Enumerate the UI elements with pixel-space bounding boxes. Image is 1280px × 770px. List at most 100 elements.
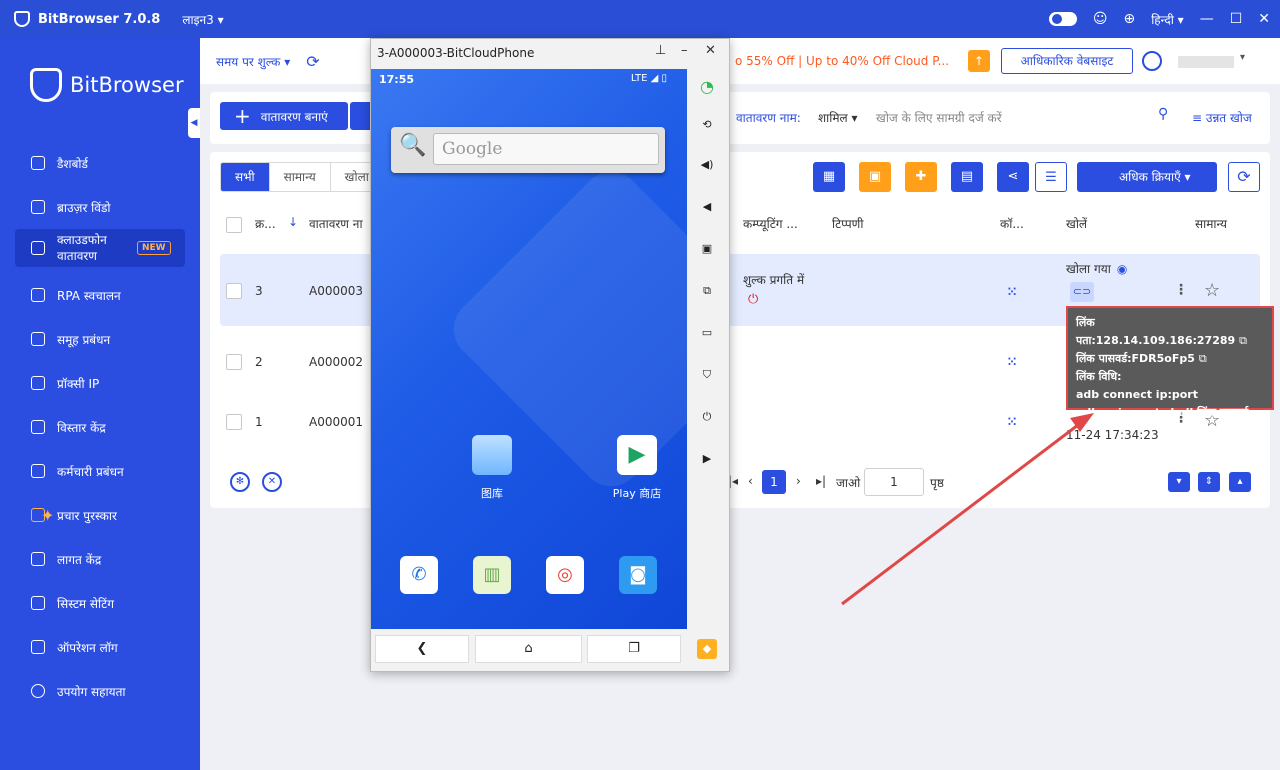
- maximize-icon[interactable]: ☐: [1230, 11, 1243, 27]
- sidebar-item-browser-window[interactable]: ब्राउज़र विंडो: [15, 185, 185, 229]
- package-icon[interactable]: ▣: [859, 162, 891, 192]
- settings-wheel-icon[interactable]: ✻: [230, 472, 250, 492]
- sidebar-item-staff[interactable]: कर्मचारी प्रबंधन: [15, 449, 185, 493]
- search-input[interactable]: खोज के लिए सामग्री दर्ज करें: [876, 109, 1002, 126]
- sidebar-item-cloudphone[interactable]: क्लाउडफोन वातावरण NEW: [15, 229, 185, 267]
- minimize-icon[interactable]: –: [681, 43, 688, 58]
- back-button[interactable]: ❮: [375, 635, 469, 663]
- google-search-box[interactable]: Google: [433, 133, 659, 165]
- refresh-icon[interactable]: ⟳: [306, 52, 319, 71]
- advanced-search-button[interactable]: ≡ उन्नत खोज: [1192, 109, 1252, 126]
- share-icon[interactable]: ⋖: [997, 162, 1029, 192]
- page-current[interactable]: 1: [762, 470, 786, 494]
- sidebar-item-dashboard[interactable]: डैशबोर्ड: [15, 141, 185, 185]
- puzzle-icon[interactable]: ✚: [905, 162, 937, 192]
- last-page-icon[interactable]: ▸|: [816, 474, 826, 488]
- close-icon[interactable]: ✕: [705, 43, 716, 58]
- prev-page-icon[interactable]: ‹: [748, 474, 753, 488]
- tab-normal[interactable]: सामान्य: [270, 163, 331, 191]
- table-refresh-button[interactable]: ⟳: [1228, 162, 1260, 192]
- chrome-icon[interactable]: ◎: [546, 556, 584, 594]
- globe-icon: ⊕: [1123, 11, 1136, 27]
- row-checkbox[interactable]: [226, 354, 242, 370]
- recents-button[interactable]: ❐: [587, 635, 681, 663]
- minimize-icon[interactable]: —: [1200, 11, 1214, 27]
- sort-arrow-icon[interactable]: ↓: [288, 215, 298, 229]
- gallery-app[interactable]: 图库: [467, 435, 517, 501]
- next-page-icon[interactable]: ›: [796, 474, 801, 488]
- create-environment-button[interactable]: + वातावरण बनाएं: [220, 102, 348, 130]
- power-icon[interactable]: ⏻: [748, 292, 758, 307]
- sidebar-item-rewards[interactable]: प्रचार पुरस्कार ✦: [15, 493, 185, 537]
- search-icon[interactable]: ⚲: [1158, 106, 1168, 122]
- create-label: वातावरण बनाएं: [260, 109, 328, 124]
- config-icon[interactable]: ⁙: [1007, 355, 1017, 369]
- play-store-app[interactable]: ▶ Play 商店: [607, 435, 667, 501]
- config-icon[interactable]: ⁙: [1007, 415, 1017, 429]
- row-checkbox[interactable]: [226, 414, 242, 430]
- store-app-icon[interactable]: ▥: [473, 556, 511, 594]
- close-icon[interactable]: ✕: [1258, 11, 1270, 27]
- camera-icon[interactable]: ◙: [619, 556, 657, 594]
- open-time: 11-24 17:34:23: [1066, 428, 1159, 442]
- favorite-star-icon[interactable]: ☆: [1204, 280, 1220, 301]
- rotate-icon[interactable]: ⟲: [697, 115, 717, 135]
- pin-icon[interactable]: ⊥: [655, 43, 666, 58]
- support-chat-icon[interactable]: ☺: [1093, 11, 1108, 27]
- volume-down-icon[interactable]: ◀: [697, 197, 717, 217]
- tab-all[interactable]: सभी: [221, 163, 270, 191]
- screenshot-icon[interactable]: ⧉: [697, 281, 717, 301]
- sidebar-item-extensions[interactable]: विस्तार केंद्र: [15, 405, 185, 449]
- list-view-icon[interactable]: ☰: [1035, 162, 1067, 192]
- theme-toggle[interactable]: [1048, 12, 1077, 26]
- sidebar-item-help[interactable]: उपयोग सहायता: [15, 669, 185, 713]
- power-icon[interactable]: ⏻: [697, 407, 717, 427]
- shop-icon[interactable]: ◆: [697, 639, 717, 659]
- sidebar-item-rpa[interactable]: RPA स्वचालन: [15, 273, 185, 317]
- sidebar-collapse-button[interactable]: ◀: [188, 108, 200, 138]
- select-all-checkbox[interactable]: [226, 217, 242, 233]
- phone-screen[interactable]: 17:55 LTE ◢ ▯ 🔍 Google 图库 ▶ Play 商店 ✆ ▥ …: [371, 69, 687, 629]
- scroll-down-icon[interactable]: ▾: [1168, 472, 1190, 492]
- phone-app-icon[interactable]: ✆: [400, 556, 438, 594]
- action-toolbar: + वातावरण बनाएं वातावरण नाम: शामिल ▾ खोज …: [210, 92, 1270, 144]
- row-checkbox[interactable]: [226, 283, 242, 299]
- more-actions-button[interactable]: अधिक क्रियाएँ ▾: [1077, 162, 1217, 192]
- home-button[interactable]: ⌂: [475, 635, 582, 663]
- sidebar-item-proxy[interactable]: प्रॉक्सी IP: [15, 361, 185, 405]
- sidebar-item-settings[interactable]: सिस्टम सेटिंग: [15, 581, 185, 625]
- save-icon[interactable]: ▤: [951, 162, 983, 192]
- link-icon[interactable]: ⊂⊃: [1070, 282, 1094, 302]
- official-website-button[interactable]: आधिकारिक वेबसाइट: [1001, 48, 1133, 74]
- header-name[interactable]: वातावरण ना: [309, 215, 363, 232]
- clear-icon[interactable]: ✕: [262, 472, 282, 492]
- username-blurred: [1178, 56, 1234, 68]
- avatar[interactable]: [1142, 51, 1162, 71]
- row-more-icon[interactable]: ⋮: [1174, 282, 1188, 298]
- wifi-icon[interactable]: ◔: [697, 77, 717, 97]
- config-icon[interactable]: ⁙: [1007, 285, 1017, 299]
- security-icon[interactable]: ⛉: [697, 365, 717, 385]
- copy-icon[interactable]: ⧉: [1239, 334, 1247, 347]
- chevron-down-icon[interactable]: ▾: [1240, 52, 1245, 63]
- line-selector[interactable]: लाइन3 ▾: [182, 11, 223, 28]
- billing-mode-selector[interactable]: समय पर शुल्क ▾: [216, 53, 290, 70]
- copy-icon[interactable]: ⧉: [1199, 352, 1207, 365]
- hd-icon[interactable]: ▣: [697, 239, 717, 259]
- language-selector[interactable]: हिन्दी ▾: [1151, 11, 1184, 28]
- devices-icon[interactable]: ▭: [697, 323, 717, 343]
- eye-icon[interactable]: ◉: [1117, 262, 1127, 276]
- sidebar-item-groups[interactable]: समूह प्रबंधन: [15, 317, 185, 361]
- collapse-icon[interactable]: ⇕: [1198, 472, 1220, 492]
- volume-up-icon[interactable]: ◀): [697, 155, 717, 175]
- search-match-select[interactable]: शामिल ▾: [818, 109, 858, 126]
- update-icon[interactable]: ↑: [968, 50, 990, 72]
- record-icon[interactable]: ▶: [697, 449, 717, 469]
- google-search-widget[interactable]: 🔍 Google: [391, 127, 665, 173]
- apps-icon[interactable]: ▦: [813, 162, 845, 192]
- sidebar-item-logs[interactable]: ऑपरेशन लॉग: [15, 625, 185, 669]
- scroll-up-icon[interactable]: ▴: [1229, 472, 1251, 492]
- sidebar-item-cost[interactable]: लागत केंद्र: [15, 537, 185, 581]
- goto-page-input[interactable]: 1: [864, 468, 924, 496]
- promo-banner[interactable]: o 55% Off | Up to 40% Off Cloud P...: [735, 54, 949, 68]
